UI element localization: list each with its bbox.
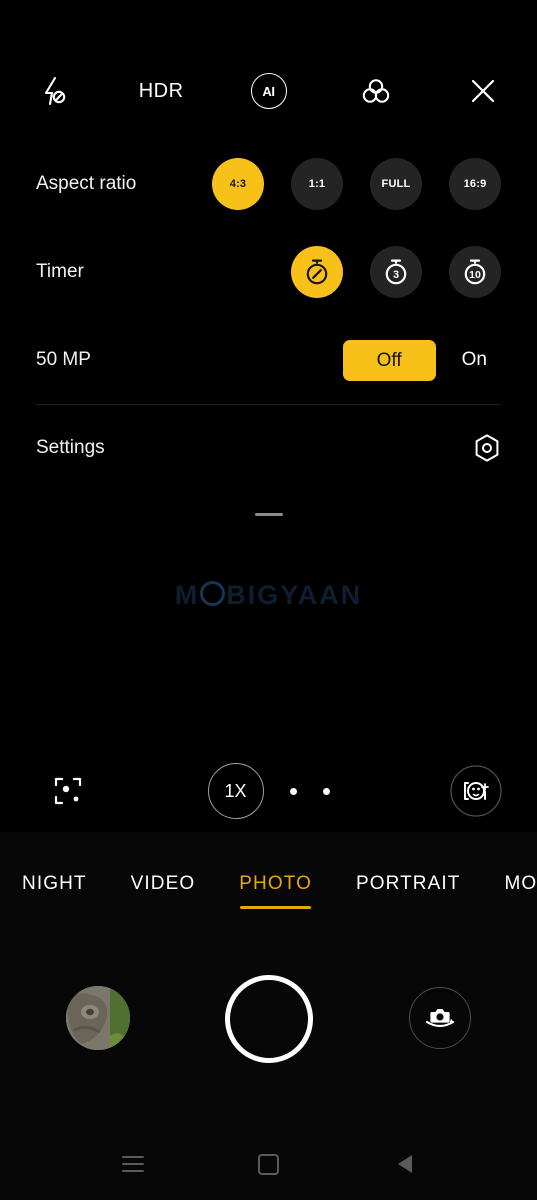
timer-option-off[interactable] [291,246,343,298]
color-filters-button[interactable] [322,64,429,118]
recents-icon [121,1156,144,1172]
timer-10s-label: 10 [469,269,481,281]
quick-settings-panel: Aspect ratio 4:3 1:1 FULL 16:9 Timer 3 1… [0,140,537,516]
zoom-level-button[interactable]: 1X [207,763,264,819]
timer-option-10s[interactable]: 10 [449,246,501,298]
android-navigation-bar [0,1128,537,1200]
shutter-button[interactable] [224,975,313,1063]
flip-camera-icon [420,1000,460,1036]
timer-off-icon [302,257,332,287]
color-filters-icon [359,75,393,107]
aspect-4-3-label: 4:3 [229,177,247,190]
mode-tab-more[interactable]: MORE [504,873,537,909]
watermark-o-ring [200,581,226,606]
high-res-option-on[interactable]: On [462,349,501,371]
aspect-ratio-option-4-3[interactable]: 4:3 [212,158,264,210]
settings-gear-icon [473,433,501,463]
timer-3s-icon: 3 [381,257,411,287]
aspect-16-9-icon: 16:9 [456,172,494,196]
hdr-label: HDR [138,79,184,102]
ai-toggle-button[interactable]: AI [215,64,322,118]
aspect-ratio-label: Aspect ratio [36,173,137,194]
aspect-ratio-option-16-9[interactable]: 16:9 [449,158,501,210]
high-res-option-off[interactable]: Off [342,339,436,381]
aspect-full-label: FULL [381,177,411,190]
back-icon [397,1155,412,1173]
mode-tab-portrait[interactable]: PORTRAIT [356,873,461,909]
camera-top-bar: HDR AI [0,64,537,118]
timer-label: Timer [36,261,84,282]
aspect-ratio-option-full[interactable]: FULL [370,158,422,210]
panel-drag-handle[interactable] [254,513,283,516]
ai-icon: AI [250,73,287,109]
settings-gear-button[interactable] [473,433,501,463]
face-beauty-icon [449,764,503,818]
aspect-1-1-label: 1:1 [308,177,326,190]
mode-tab-photo[interactable]: PHOTO [239,873,312,909]
aspect-ratio-options: 4:3 1:1 FULL 16:9 [212,158,501,210]
high-res-row: 50 MP Off On [0,316,537,404]
timer-options: 3 10 [291,246,501,298]
zoom-level-label: 1X [224,780,247,801]
aspect-ratio-row: Aspect ratio 4:3 1:1 FULL 16:9 [0,140,537,228]
zoom-control-bar: 1X [0,763,537,819]
settings-row[interactable]: Settings [0,405,537,491]
aspect-1-1-icon: 1:1 [300,172,334,196]
mobigyaan-watermark: M BIGYAAN [0,580,537,611]
timer-10s-icon: 10 [460,257,490,287]
timer-3s-label: 3 [393,269,399,281]
watermark-suffix: BIGYAAN [226,580,363,610]
close-icon [468,76,498,106]
high-res-label: 50 MP [36,349,91,370]
home-button[interactable] [243,1138,295,1190]
timer-option-3s[interactable]: 3 [370,246,422,298]
close-settings-button[interactable] [430,64,537,118]
face-beauty-button[interactable] [448,763,504,819]
aspect-16-9-label: 16:9 [463,177,487,190]
aspect-ratio-option-1-1[interactable]: 1:1 [291,158,343,210]
high-res-options: Off On [342,339,501,381]
camera-mode-tabs: NIGHT VIDEO PHOTO PORTRAIT MORE [0,860,537,922]
aspect-4-3-icon: 4:3 [221,172,255,196]
flash-off-icon [39,75,69,107]
ai-label: AI [262,83,275,99]
gallery-thumbnail[interactable] [66,986,130,1050]
back-button[interactable] [379,1138,431,1190]
timer-row: Timer 3 10 [0,228,537,316]
zoom-dot-1[interactable] [289,787,297,795]
flash-toggle-button[interactable] [0,64,107,118]
zoom-dot-2[interactable] [322,787,330,795]
home-icon [258,1153,279,1175]
watermark-prefix: M [174,580,200,610]
hdr-toggle-button[interactable]: HDR [107,64,214,118]
mode-tab-video[interactable]: VIDEO [131,873,196,909]
settings-label: Settings [36,437,105,458]
mode-tab-night[interactable]: NIGHT [22,873,87,909]
aspect-full-icon: FULL [379,172,413,196]
flip-camera-button[interactable] [409,987,471,1049]
recents-button[interactable] [107,1138,159,1190]
